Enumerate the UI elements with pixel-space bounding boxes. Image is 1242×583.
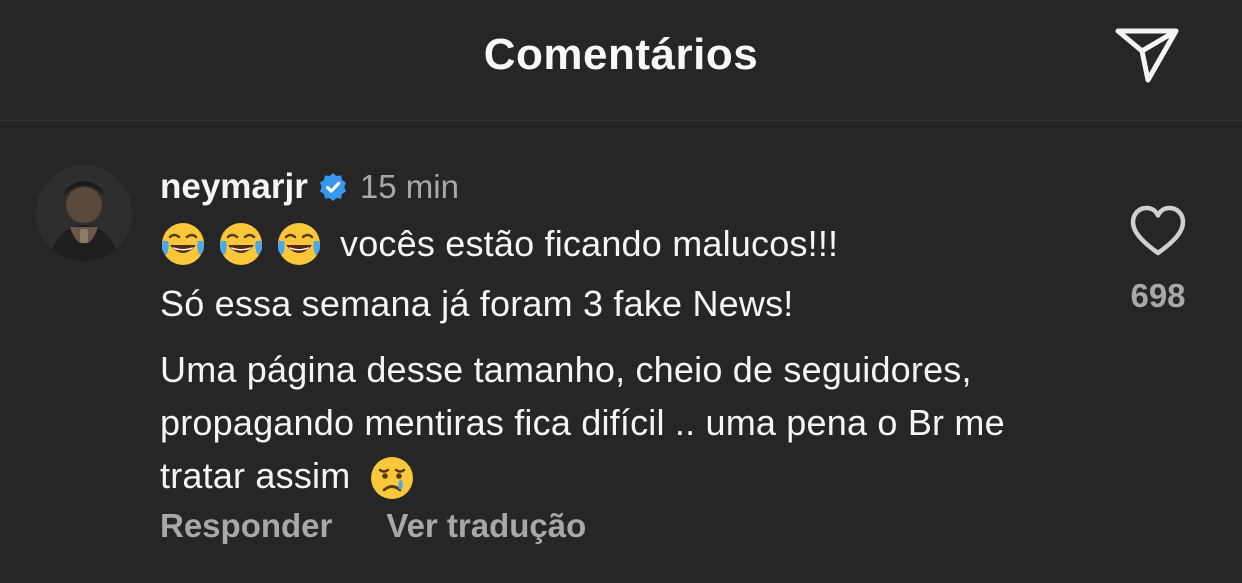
- send-icon: [1115, 28, 1179, 83]
- comment-timestamp: 15 min: [359, 168, 459, 205]
- avatar[interactable]: [36, 165, 132, 261]
- laughing-emojis: [160, 221, 334, 267]
- comment-text-line-1: vocês estão ficando malucos!!!: [340, 223, 839, 264]
- see-translation-button[interactable]: Ver tradução: [386, 507, 586, 545]
- page-title: Comentários: [483, 30, 759, 79]
- comments-header: Comentários: [0, 0, 1242, 121]
- share-button[interactable]: [1110, 22, 1184, 86]
- avatar-photo: [36, 165, 132, 261]
- comment-text-line-3: Uma página desse tamanho, cheio de segui…: [160, 349, 1005, 496]
- tears-of-joy-emoji: [218, 221, 264, 267]
- like-button[interactable]: [1128, 203, 1188, 259]
- username[interactable]: neymarjr: [160, 167, 308, 207]
- comment-paragraph-3: Uma página desse tamanho, cheio de segui…: [160, 343, 1080, 502]
- verified-badge-icon: [318, 172, 348, 202]
- tears-of-joy-emoji: [276, 221, 322, 267]
- crying-face-emoji: [369, 455, 415, 501]
- comment-actions: Responder Ver tradução: [160, 507, 586, 545]
- tears-of-joy-emoji: [160, 221, 206, 267]
- comment-text-line-2: Só essa semana já foram 3 fake News!: [160, 283, 794, 324]
- comment-item: neymarjr 15 min vocês estão ficando malu…: [0, 121, 1242, 583]
- heart-outline-icon: [1130, 205, 1186, 256]
- like-count: 698: [1130, 277, 1186, 314]
- comment-meta: neymarjr 15 min: [160, 165, 459, 209]
- comment-line-1: vocês estão ficando malucos!!!: [160, 221, 838, 267]
- reply-button[interactable]: Responder: [160, 507, 332, 545]
